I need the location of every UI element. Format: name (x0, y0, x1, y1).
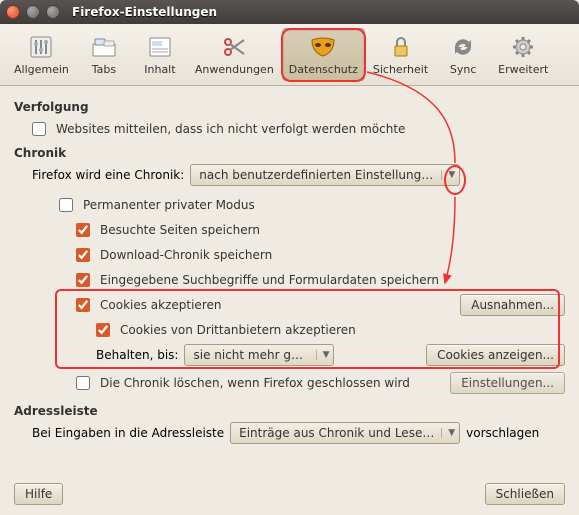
permpriv-checkbox[interactable] (59, 198, 73, 212)
visited-label: Besuchte Seiten speichern (100, 223, 260, 237)
tracking-heading: Verfolgung (14, 100, 565, 114)
tab-privacy[interactable]: Datenschutz (282, 28, 365, 81)
thirdparty-label: Cookies von Drittanbietern akzeptieren (120, 323, 356, 337)
thirdparty-checkbox[interactable] (96, 323, 110, 337)
content-area: Verfolgung Websites mitteilen, dass ich … (0, 86, 579, 455)
keepuntil-dropdown[interactable]: sie nicht mehr gültig ... ▼ (184, 344, 334, 366)
window-title: Firefox-Einstellungen (72, 5, 217, 19)
history-mode-dropdown[interactable]: nach benutzerdefinierten Einstellungen a… (190, 164, 460, 186)
searchform-label: Eingegebene Suchbegriffe und Formulardat… (100, 273, 439, 287)
tab-label: Sicherheit (373, 63, 428, 76)
tab-label: Tabs (92, 63, 116, 76)
clearonclose-checkbox[interactable] (76, 376, 90, 390)
lock-icon (385, 33, 417, 61)
locationbar-dropdown[interactable]: Einträge aus Chronik und Lesezeic... ▼ (230, 422, 460, 444)
locationbar-heading: Adressleiste (14, 404, 565, 418)
tab-advanced[interactable]: Erweitert (492, 28, 554, 81)
tab-label: Inhalt (144, 63, 175, 76)
window-minimize-button[interactable] (26, 5, 40, 19)
locationbar-label-post: vorschlagen (466, 426, 539, 440)
show-cookies-button[interactable]: Cookies anzeigen... (426, 344, 565, 366)
clearonclose-settings-button[interactable]: Einstellungen... (450, 372, 565, 394)
tab-security[interactable]: Sicherheit (367, 28, 434, 81)
permpriv-label: Permanenter privater Modus (83, 198, 255, 212)
history-mode-value: nach benutzerdefinierten Einstellungen a… (199, 168, 435, 182)
locationbar-label-pre: Bei Eingaben in die Adressleiste (32, 426, 224, 440)
keepuntil-label: Behalten, bis: (96, 348, 178, 362)
gear-icon (507, 33, 539, 61)
tab-content[interactable]: Inhalt (133, 28, 187, 81)
help-button[interactable]: Hilfe (14, 483, 63, 505)
dnt-checkbox[interactable] (32, 122, 46, 136)
tab-tabs[interactable]: Tabs (77, 28, 131, 81)
chevron-down-icon: ▼ (316, 350, 330, 360)
tab-label: Datenschutz (289, 63, 358, 76)
history-mode-label: Firefox wird eine Chronik: (32, 168, 184, 182)
chevron-down-icon: ▼ (441, 170, 455, 180)
dialog-buttons: Hilfe Schließen (14, 483, 565, 505)
tab-sync[interactable]: Sync (436, 28, 490, 81)
clearonclose-label: Die Chronik löschen, wenn Firefox geschl… (100, 376, 410, 390)
dnt-label: Websites mitteilen, dass ich nicht verfo… (56, 122, 405, 136)
history-heading: Chronik (14, 146, 565, 160)
chevron-down-icon: ▼ (441, 428, 455, 438)
mask-icon (307, 33, 339, 61)
locationbar-value: Einträge aus Chronik und Lesezeic... (239, 426, 435, 440)
searchform-checkbox[interactable] (76, 273, 90, 287)
scissors-icon (218, 33, 250, 61)
window-maximize-button[interactable] (46, 5, 60, 19)
titlebar: Firefox-Einstellungen (0, 0, 579, 24)
cookies-checkbox[interactable] (76, 298, 90, 312)
keepuntil-value: sie nicht mehr gültig ... (193, 348, 309, 362)
tabs-icon (88, 33, 120, 61)
prefs-toolbar: Allgemein Tabs Inhalt Anwendungen Datens… (0, 24, 579, 86)
cookies-label: Cookies akzeptieren (100, 298, 221, 312)
sync-icon (447, 33, 479, 61)
tab-general[interactable]: Allgemein (8, 28, 75, 81)
tab-label: Sync (450, 63, 477, 76)
tab-applications[interactable]: Anwendungen (189, 28, 280, 81)
sliders-icon (25, 33, 57, 61)
tab-label: Allgemein (14, 63, 69, 76)
visited-checkbox[interactable] (76, 223, 90, 237)
tab-label: Erweitert (498, 63, 548, 76)
downloads-label: Download-Chronik speichern (100, 248, 272, 262)
tab-label: Anwendungen (195, 63, 274, 76)
content-icon (144, 33, 176, 61)
downloads-checkbox[interactable] (76, 248, 90, 262)
window-close-button[interactable] (6, 5, 20, 19)
close-button[interactable]: Schließen (485, 483, 565, 505)
exceptions-button[interactable]: Ausnahmen... (460, 294, 565, 316)
